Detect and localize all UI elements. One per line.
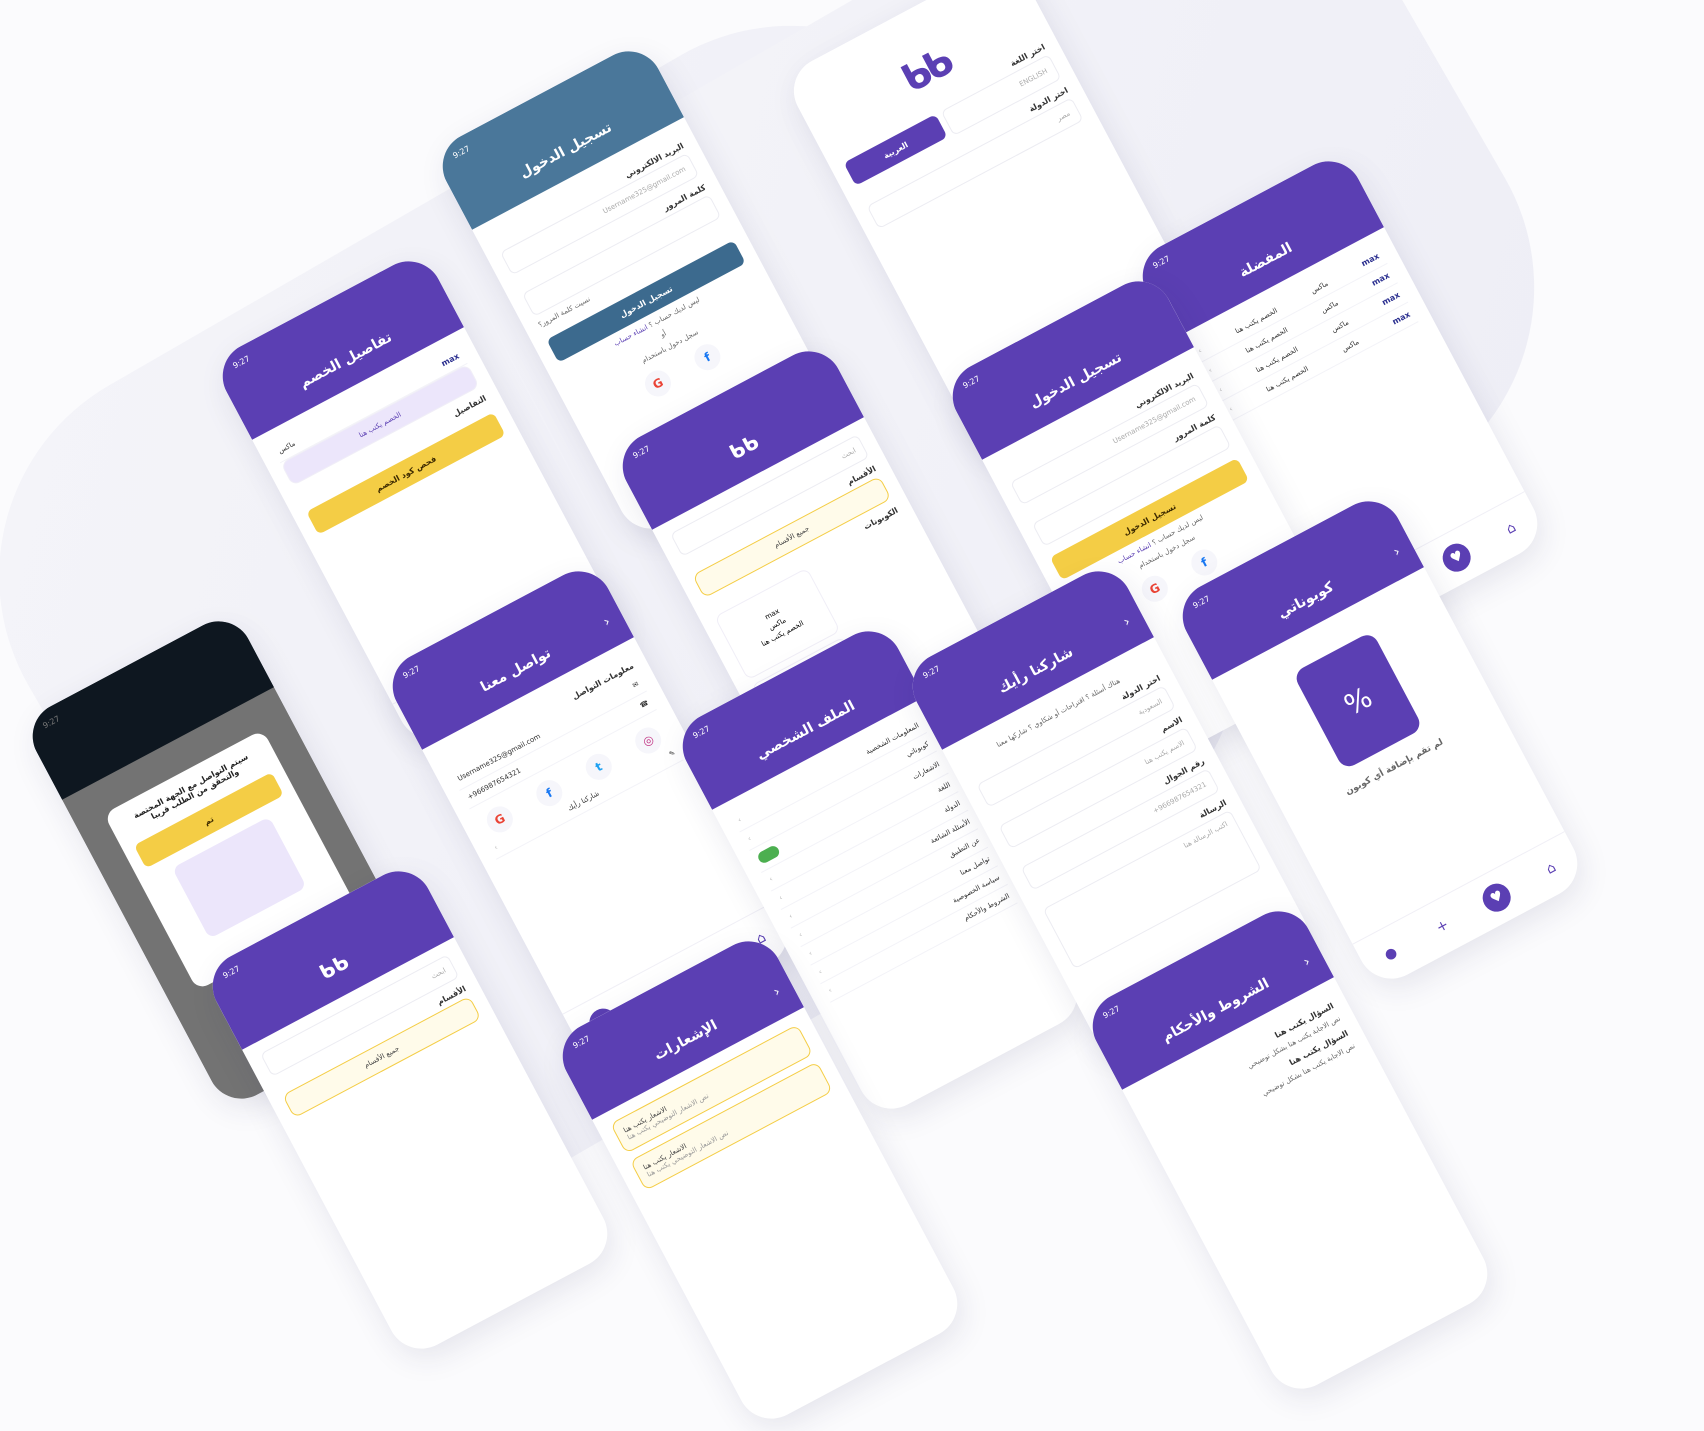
chevron-left-icon: ‹ [736, 815, 743, 825]
favorites-tab-icon[interactable]: ♥ [1437, 538, 1476, 577]
discount-tag-icon: % [1292, 631, 1424, 771]
add-tab-icon[interactable]: + [1428, 912, 1458, 942]
chevron-left-icon: ‹ [787, 912, 794, 921]
brand-logo: max [1390, 309, 1412, 327]
status-time: 9:27 [1151, 254, 1172, 271]
status-time: 9:27 [1191, 594, 1212, 611]
home-tab-icon[interactable]: ⌂ [1496, 514, 1526, 544]
chevron-left-icon: ‹ [827, 986, 834, 995]
status-time: 9:27 [961, 374, 982, 391]
status-time: 9:27 [451, 144, 472, 161]
favorites-tab-icon[interactable]: ♥ [1477, 878, 1516, 917]
item-store: ماكس [1319, 298, 1340, 315]
store-name: ماكس [276, 439, 297, 455]
phone-icon: ☎ [638, 698, 651, 710]
chevron-left-icon: ‹ [777, 893, 784, 902]
brand-logo: max [439, 351, 461, 369]
status-time: 9:27 [631, 444, 652, 461]
item-store: ماكس [1309, 279, 1330, 295]
status-time: 9:27 [401, 664, 422, 681]
chevron-left-icon: ‹ [817, 967, 824, 977]
status-time: 9:27 [921, 664, 942, 681]
facebook-icon[interactable]: f [1186, 544, 1222, 581]
pencil-icon: ✎ [667, 748, 677, 759]
notifications-toggle[interactable] [756, 843, 782, 865]
status-time: 9:27 [571, 1034, 592, 1051]
chevron-left-icon: ‹ [797, 930, 804, 940]
mail-icon: ✉ [631, 679, 641, 690]
item-store: ماكس [1330, 318, 1350, 334]
status-time: 9:27 [691, 724, 712, 741]
status-time: 9:27 [1101, 1004, 1122, 1021]
menu-label: الدولة [942, 799, 962, 815]
facebook-icon[interactable]: f [689, 339, 726, 375]
menu-label: الاشعارات [911, 760, 941, 782]
brand-logo: max [1359, 251, 1381, 269]
brand-logo: max [1370, 270, 1392, 288]
status-time: 9:27 [231, 354, 252, 371]
chevron-left-icon: ‹ [767, 875, 775, 884]
country-value: مصر [1055, 109, 1072, 123]
status-time: 9:27 [221, 964, 242, 981]
chevron-left-icon: ‹ [807, 949, 814, 958]
profile-tab-icon[interactable]: ● [1376, 939, 1406, 969]
brand-logo: max [1380, 290, 1402, 308]
menu-label: اللغة [936, 780, 952, 795]
google-icon[interactable]: G [1137, 571, 1173, 607]
home-tab-icon[interactable]: ⌂ [1536, 854, 1566, 884]
chevron-left-icon: ‹ [492, 843, 500, 852]
item-store: ماكس [1340, 337, 1361, 354]
chevron-left-icon: ‹ [746, 834, 753, 843]
google-icon[interactable]: G [640, 365, 676, 402]
